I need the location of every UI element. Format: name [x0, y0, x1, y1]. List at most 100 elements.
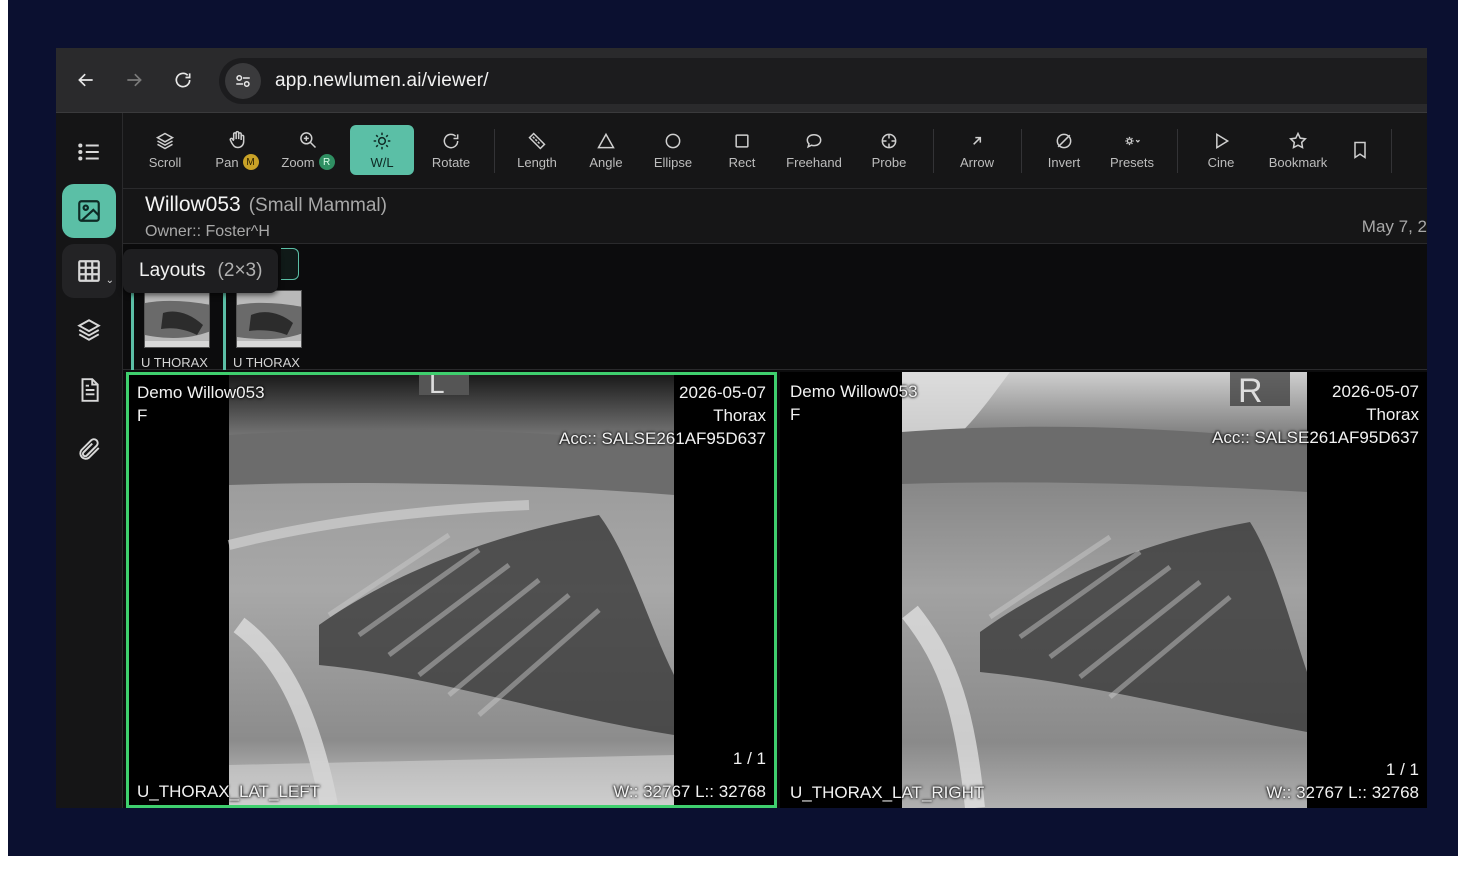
layouts-button[interactable]: ⌄ [62, 244, 116, 298]
tool-label: Rect [728, 154, 756, 170]
tool-label: Pan M [215, 154, 259, 170]
tool-label: Freehand [786, 154, 842, 170]
divider [494, 129, 495, 173]
arrow-right-icon [127, 73, 142, 87]
tool-probe[interactable]: Probe [859, 125, 919, 175]
shortcut-badge: R [318, 154, 335, 170]
overlay-body-part: Thorax [1366, 405, 1419, 424]
thumbnail-item[interactable]: U THORAX [223, 290, 306, 370]
screenshot-frame: app.newlumen.ai/viewer/ ⌄ Scroll Pan M Z… [8, 0, 1458, 856]
tool-label: Ellipse [653, 154, 693, 170]
images-button[interactable] [62, 184, 116, 238]
tool-label: Length [517, 154, 557, 170]
hand-icon [229, 130, 245, 149]
tool-zoom[interactable]: Zoom R [277, 125, 339, 175]
overlay-body-part: Thorax [713, 406, 766, 425]
overlay-frame-index: 1 / 1 [1385, 760, 1419, 779]
tool-rotate[interactable]: Rotate [421, 125, 481, 175]
thumbnail-label: U THORAX [141, 355, 208, 370]
study-date: May 7, 2 [1361, 217, 1427, 236]
play-icon [1216, 132, 1230, 149]
viewport-right[interactable]: R Demo Willow053 F 2026-05-07 Thorax Acc… [780, 372, 1427, 808]
tool-label: Arrow [960, 154, 994, 170]
document-icon [81, 378, 99, 402]
report-button[interactable] [62, 363, 116, 417]
menu-button[interactable] [62, 125, 116, 179]
tool-length[interactable]: Length [507, 125, 567, 175]
layers-icon [77, 319, 101, 341]
tool-label: W/L [370, 154, 394, 170]
overlay-patient-name: Demo Willow053 [137, 383, 265, 402]
thumbnail-image [236, 290, 302, 348]
overlay-accession: Acc:: SALSE261AF95D637 [559, 429, 766, 448]
back-button[interactable] [70, 64, 102, 96]
bookmark-icon [1354, 141, 1366, 159]
triangle-icon [597, 132, 615, 148]
owner-name: Owner:: Foster^H [145, 223, 270, 240]
divider [933, 129, 934, 173]
reload-button[interactable] [167, 64, 199, 96]
divider [1391, 129, 1392, 173]
overlay-sex: F [137, 406, 148, 425]
tool-pan[interactable]: Pan M [207, 125, 267, 175]
url-text: app.newlumen.ai/viewer/ [275, 70, 489, 91]
browser-window: app.newlumen.ai/viewer/ ⌄ Scroll Pan M Z… [56, 48, 1427, 808]
attachments-button[interactable] [62, 422, 116, 476]
zoom-icon [300, 132, 317, 149]
overlay-window-level: W:: 32767 L:: 32768 [613, 782, 766, 801]
tool-bookmark[interactable]: Bookmark [1261, 125, 1335, 175]
orientation-marker: R [1238, 372, 1263, 410]
layers-button[interactable] [62, 303, 116, 357]
speech-bubble-icon [806, 133, 822, 148]
arrow-left-icon [78, 73, 93, 87]
chevron-down-icon: ⌄ [105, 275, 114, 286]
layouts-panel-tab[interactable] [281, 248, 299, 280]
tool-invert[interactable]: Invert [1034, 125, 1094, 175]
viewport-left[interactable]: L Demo Willow053 F 2026-05-07 Thorax Acc… [126, 372, 777, 808]
save-bookmark-button[interactable] [1345, 133, 1375, 167]
overlay-study-date: 2026-05-07 [679, 383, 766, 402]
browser-toolbar: app.newlumen.ai/viewer/ [56, 48, 1427, 113]
grid-icon [78, 260, 100, 282]
tool-arrow[interactable]: Arrow [947, 125, 1007, 175]
site-settings-icon[interactable] [225, 63, 261, 99]
tool-label: Cine [1207, 154, 1235, 170]
overlay-window-level: W:: 32767 L:: 32768 [1266, 783, 1419, 802]
paperclip-icon [79, 438, 100, 460]
tool-angle[interactable]: Angle [576, 125, 636, 175]
tool-cine[interactable]: Cine [1191, 125, 1251, 175]
image-icon [78, 200, 100, 222]
patient-name: Willow053 [145, 193, 241, 216]
overlay-patient-name: Demo Willow053 [790, 382, 918, 401]
forward-button[interactable] [118, 64, 150, 96]
tool-window-level[interactable]: W/L [350, 125, 414, 175]
crosshair-icon [881, 133, 897, 148]
tooltip-title: Layouts [139, 260, 206, 281]
list-icon [78, 143, 99, 161]
patient-name-row: Willow053 (Small Mammal) [145, 193, 387, 217]
thumbnail-label: U THORAX [233, 355, 300, 370]
tool-scroll[interactable]: Scroll [135, 125, 195, 175]
orientation-marker: L [429, 375, 445, 399]
tool-label: Rotate [431, 154, 471, 170]
reload-icon [175, 72, 191, 88]
overlay-series-name: U_THORAX_LAT_LEFT [137, 782, 320, 801]
thumbnail-item[interactable]: U THORAX [131, 290, 214, 370]
tool-toolbar: Scroll Pan M Zoom R W/L Rotate Length Angl… [123, 113, 1427, 189]
divider [1021, 129, 1022, 173]
tool-rect[interactable]: Rect [712, 125, 772, 175]
tooltip-detail: (2×3) [217, 260, 263, 281]
tool-label: Angle [589, 154, 623, 170]
overlay-frame-index: 1 / 1 [732, 749, 766, 768]
overlay-series-name: U_THORAX_LAT_RIGHT [790, 783, 985, 802]
tool-label: Scroll [148, 154, 182, 170]
tool-label: Bookmark [1268, 154, 1328, 170]
left-rail: ⌄ [56, 113, 123, 808]
series-thumbnails: U THORAX U THORAX [123, 244, 1427, 370]
tool-label: Presets [1109, 154, 1155, 170]
patient-header: Willow053 (Small Mammal) Owner:: Foster^H… [123, 189, 1427, 244]
tool-ellipse[interactable]: Ellipse [643, 125, 703, 175]
address-bar[interactable]: app.newlumen.ai/viewer/ [219, 58, 1427, 104]
tool-freehand[interactable]: Freehand [779, 125, 849, 175]
tool-presets[interactable]: Presets [1102, 125, 1162, 175]
